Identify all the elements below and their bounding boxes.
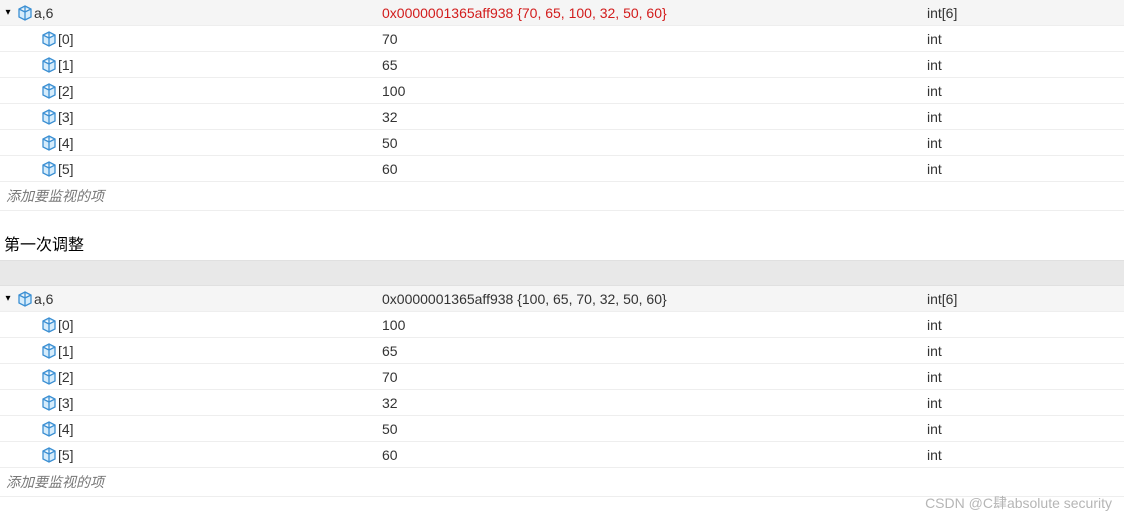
variable-name: a,6 [34, 291, 53, 307]
watch-root-row[interactable]: ▾ a,6 0x0000001365aff938 {70, 65, 100, 3… [0, 0, 1124, 26]
variable-icon [40, 446, 58, 464]
variable-name: [2] [58, 369, 74, 385]
variable-type: int [925, 57, 1124, 73]
variable-type: int [925, 161, 1124, 177]
variable-type: int [925, 447, 1124, 463]
variable-value: 60 [380, 447, 925, 463]
watch-root-row[interactable]: ▾ a,6 0x0000001365aff938 {100, 65, 70, 3… [0, 286, 1124, 312]
variable-name: [5] [58, 447, 74, 463]
variable-type: int [925, 317, 1124, 333]
table-row[interactable]: [3] 32 int [0, 104, 1124, 130]
variable-name: a,6 [34, 5, 53, 21]
variable-icon [40, 82, 58, 100]
table-row[interactable]: [4] 50 int [0, 416, 1124, 442]
variable-value: 50 [380, 421, 925, 437]
table-row[interactable]: [1] 65 int [0, 52, 1124, 78]
variable-type: int[6] [925, 5, 1124, 21]
section-label: 第一次调整 [0, 226, 1124, 260]
variable-type: int [925, 369, 1124, 385]
variable-icon [16, 290, 34, 308]
variable-name: [2] [58, 83, 74, 99]
variable-type: int [925, 395, 1124, 411]
variable-type: int [925, 343, 1124, 359]
variable-value: 0x0000001365aff938 {100, 65, 70, 32, 50,… [380, 291, 925, 307]
variable-value: 65 [380, 57, 925, 73]
variable-type: int [925, 421, 1124, 437]
table-row[interactable]: [3] 32 int [0, 390, 1124, 416]
variable-value: 100 [380, 83, 925, 99]
variable-name: [3] [58, 395, 74, 411]
variable-icon [40, 394, 58, 412]
variable-icon [40, 160, 58, 178]
variable-name: [4] [58, 135, 74, 151]
variable-icon [40, 134, 58, 152]
variable-value: 60 [380, 161, 925, 177]
variable-icon [40, 420, 58, 438]
add-watch-hint[interactable]: 添加要监视的项 [0, 468, 1124, 497]
column-header-row [0, 260, 1124, 286]
variable-icon [16, 4, 34, 22]
table-row[interactable]: [5] 60 int [0, 442, 1124, 468]
variable-type: int [925, 135, 1124, 151]
collapse-icon[interactable]: ▾ [0, 291, 16, 307]
variable-name: [5] [58, 161, 74, 177]
variable-icon [40, 342, 58, 360]
variable-value: 32 [380, 109, 925, 125]
variable-type: int [925, 31, 1124, 47]
variable-icon [40, 316, 58, 334]
collapse-icon[interactable]: ▾ [0, 5, 16, 21]
variable-value: 32 [380, 395, 925, 411]
table-row[interactable]: [5] 60 int [0, 156, 1124, 182]
table-row[interactable]: [1] 65 int [0, 338, 1124, 364]
variable-value: 65 [380, 343, 925, 359]
variable-name: [4] [58, 421, 74, 437]
add-watch-hint[interactable]: 添加要监视的项 [0, 182, 1124, 211]
variable-name: [0] [58, 31, 74, 47]
table-row[interactable]: [0] 70 int [0, 26, 1124, 52]
variable-icon [40, 30, 58, 48]
table-row[interactable]: [2] 70 int [0, 364, 1124, 390]
variable-type: int [925, 83, 1124, 99]
watch-panel-2: ▾ a,6 0x0000001365aff938 {100, 65, 70, 3… [0, 260, 1124, 497]
variable-icon [40, 368, 58, 386]
table-row[interactable]: [2] 100 int [0, 78, 1124, 104]
variable-value: 70 [380, 31, 925, 47]
variable-value: 70 [380, 369, 925, 385]
variable-name: [3] [58, 109, 74, 125]
variable-type: int [925, 109, 1124, 125]
variable-type: int[6] [925, 291, 1124, 307]
variable-value: 50 [380, 135, 925, 151]
variable-value: 100 [380, 317, 925, 333]
table-row[interactable]: [0] 100 int [0, 312, 1124, 338]
variable-icon [40, 56, 58, 74]
variable-name: [1] [58, 343, 74, 359]
variable-value: 0x0000001365aff938 {70, 65, 100, 32, 50,… [380, 5, 925, 21]
table-row[interactable]: [4] 50 int [0, 130, 1124, 156]
variable-name: [0] [58, 317, 74, 333]
watch-panel-1: ▾ a,6 0x0000001365aff938 {70, 65, 100, 3… [0, 0, 1124, 211]
variable-icon [40, 108, 58, 126]
variable-name: [1] [58, 57, 74, 73]
